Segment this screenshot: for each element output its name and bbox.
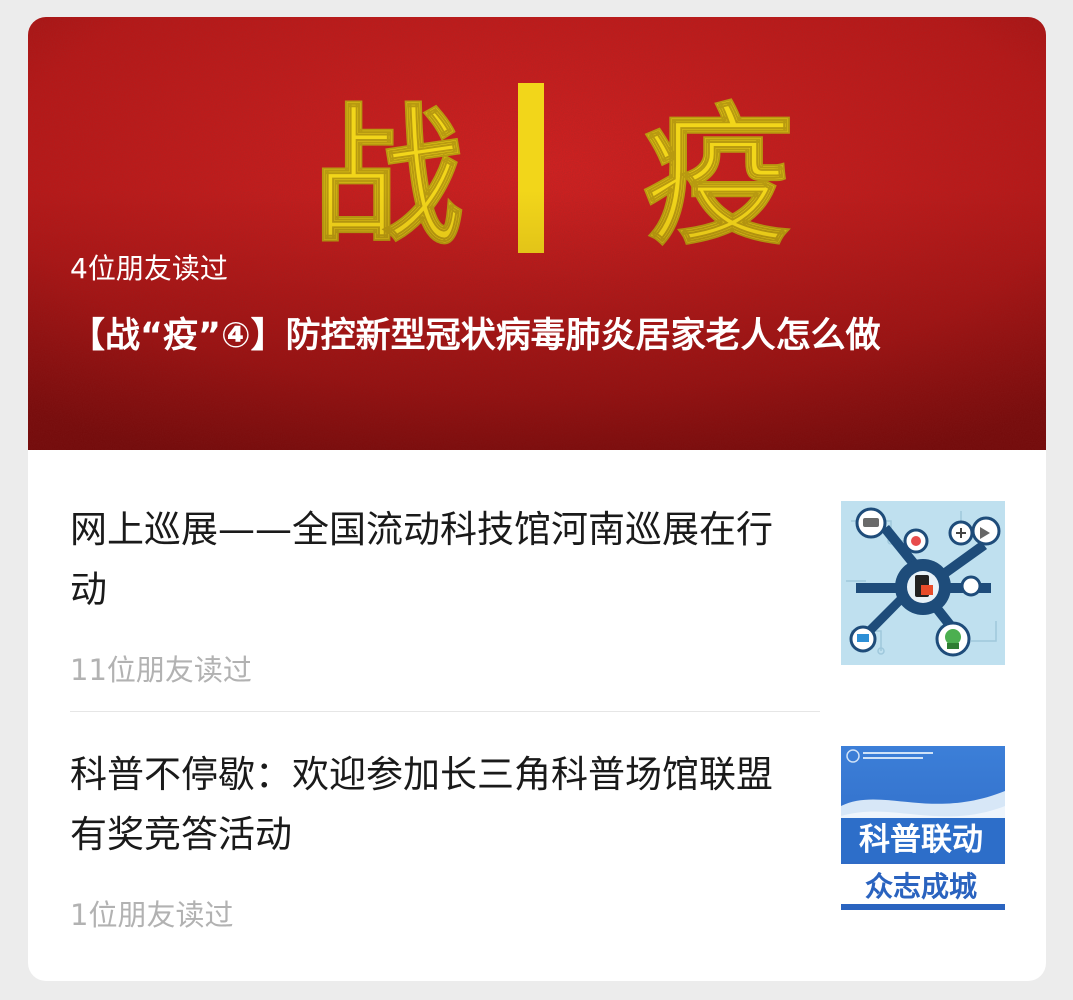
article-list-card: 战 疫 4位朋友读过 【战“疫”④】防控新型冠状病毒肺炎居家老人怎么做 网上巡展… — [28, 17, 1046, 981]
hero-title: 【战“疫”④】防控新型冠状病毒肺炎居家老人怎么做 — [70, 316, 881, 356]
science-linkage-banner: 科普联动 众志成城 — [841, 746, 1005, 910]
article-friends-read: 11位朋友读过 — [70, 653, 252, 687]
list-divider — [70, 711, 820, 712]
thumb-text-bottom: 众志成城 — [865, 870, 977, 903]
article-item[interactable]: 网上巡展——全国流动科技馆河南巡展在行动 11位朋友读过 — [70, 500, 1005, 712]
article-title: 科普不停歇：欢迎参加长三角科普场馆联盟有奖竞答活动 — [70, 753, 773, 856]
article-item[interactable]: 科普不停歇：欢迎参加长三角科普场馆联盟有奖竞答活动 1位朋友读过 科普联动 众志… — [70, 745, 1005, 945]
hero-shade-overlay — [28, 17, 1046, 450]
article-friends-read: 1位朋友读过 — [70, 898, 234, 932]
hero-article[interactable]: 战 疫 4位朋友读过 【战“疫”④】防控新型冠状病毒肺炎居家老人怎么做 — [28, 17, 1046, 450]
science-network-icon — [841, 501, 1005, 665]
article-title: 网上巡展——全国流动科技馆河南巡展在行动 — [70, 508, 773, 611]
hero-friends-read: 4位朋友读过 — [70, 252, 228, 285]
thumb-text-top: 科普联动 — [859, 822, 983, 858]
